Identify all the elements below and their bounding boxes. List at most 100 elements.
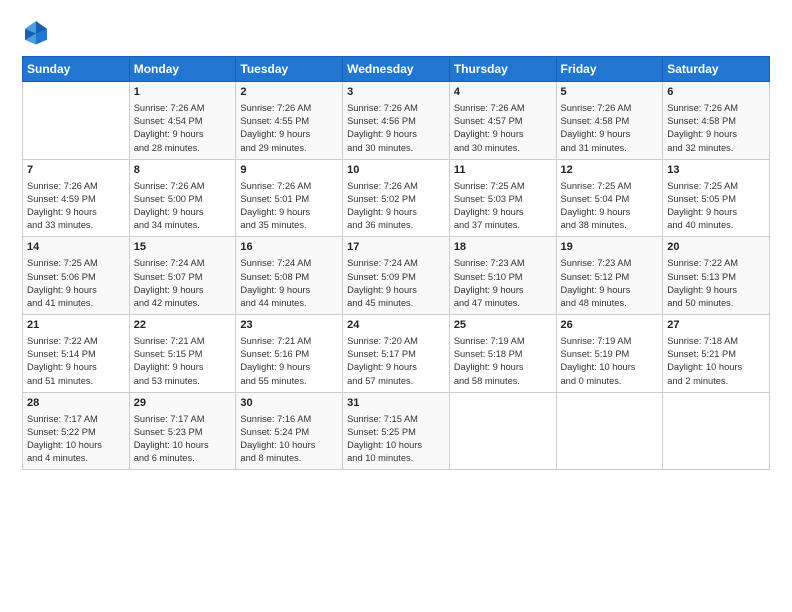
calendar-cell: 19Sunrise: 7:23 AM Sunset: 5:12 PM Dayli… — [556, 237, 663, 315]
calendar-cell: 25Sunrise: 7:19 AM Sunset: 5:18 PM Dayli… — [449, 315, 556, 393]
calendar-cell: 28Sunrise: 7:17 AM Sunset: 5:22 PM Dayli… — [23, 392, 130, 470]
cell-content: Sunrise: 7:25 AM Sunset: 5:03 PM Dayligh… — [454, 180, 552, 233]
calendar-cell: 9Sunrise: 7:26 AM Sunset: 5:01 PM Daylig… — [236, 159, 343, 237]
day-number: 18 — [454, 240, 552, 256]
calendar-cell: 12Sunrise: 7:25 AM Sunset: 5:04 PM Dayli… — [556, 159, 663, 237]
cell-content: Sunrise: 7:25 AM Sunset: 5:05 PM Dayligh… — [667, 180, 765, 233]
calendar-cell: 30Sunrise: 7:16 AM Sunset: 5:24 PM Dayli… — [236, 392, 343, 470]
day-number: 17 — [347, 240, 445, 256]
day-number: 5 — [561, 85, 659, 101]
cell-content: Sunrise: 7:19 AM Sunset: 5:19 PM Dayligh… — [561, 335, 659, 388]
logo — [22, 18, 54, 46]
calendar-cell — [449, 392, 556, 470]
day-number: 12 — [561, 163, 659, 179]
day-number: 2 — [240, 85, 338, 101]
calendar-cell: 13Sunrise: 7:25 AM Sunset: 5:05 PM Dayli… — [663, 159, 770, 237]
cell-content: Sunrise: 7:26 AM Sunset: 4:54 PM Dayligh… — [134, 102, 232, 155]
cell-content: Sunrise: 7:26 AM Sunset: 4:58 PM Dayligh… — [667, 102, 765, 155]
day-number: 29 — [134, 396, 232, 412]
cell-content: Sunrise: 7:26 AM Sunset: 4:59 PM Dayligh… — [27, 180, 125, 233]
day-number: 8 — [134, 163, 232, 179]
calendar-cell: 26Sunrise: 7:19 AM Sunset: 5:19 PM Dayli… — [556, 315, 663, 393]
calendar-cell: 2Sunrise: 7:26 AM Sunset: 4:55 PM Daylig… — [236, 82, 343, 160]
day-number: 26 — [561, 318, 659, 334]
cell-content: Sunrise: 7:24 AM Sunset: 5:09 PM Dayligh… — [347, 257, 445, 310]
logo-icon — [22, 18, 50, 46]
cell-content: Sunrise: 7:26 AM Sunset: 5:00 PM Dayligh… — [134, 180, 232, 233]
day-number: 13 — [667, 163, 765, 179]
cell-content: Sunrise: 7:24 AM Sunset: 5:08 PM Dayligh… — [240, 257, 338, 310]
col-header-thursday: Thursday — [449, 57, 556, 82]
day-number: 30 — [240, 396, 338, 412]
day-number: 25 — [454, 318, 552, 334]
day-number: 7 — [27, 163, 125, 179]
calendar-cell: 29Sunrise: 7:17 AM Sunset: 5:23 PM Dayli… — [129, 392, 236, 470]
day-number: 6 — [667, 85, 765, 101]
cell-content: Sunrise: 7:21 AM Sunset: 5:16 PM Dayligh… — [240, 335, 338, 388]
calendar-cell: 21Sunrise: 7:22 AM Sunset: 5:14 PM Dayli… — [23, 315, 130, 393]
day-number: 9 — [240, 163, 338, 179]
day-number: 31 — [347, 396, 445, 412]
calendar-cell: 7Sunrise: 7:26 AM Sunset: 4:59 PM Daylig… — [23, 159, 130, 237]
day-number: 24 — [347, 318, 445, 334]
cell-content: Sunrise: 7:26 AM Sunset: 4:55 PM Dayligh… — [240, 102, 338, 155]
calendar-cell: 24Sunrise: 7:20 AM Sunset: 5:17 PM Dayli… — [343, 315, 450, 393]
week-row-2: 7Sunrise: 7:26 AM Sunset: 4:59 PM Daylig… — [23, 159, 770, 237]
calendar-cell: 14Sunrise: 7:25 AM Sunset: 5:06 PM Dayli… — [23, 237, 130, 315]
calendar-cell: 22Sunrise: 7:21 AM Sunset: 5:15 PM Dayli… — [129, 315, 236, 393]
week-row-5: 28Sunrise: 7:17 AM Sunset: 5:22 PM Dayli… — [23, 392, 770, 470]
week-row-4: 21Sunrise: 7:22 AM Sunset: 5:14 PM Dayli… — [23, 315, 770, 393]
calendar-table: SundayMondayTuesdayWednesdayThursdayFrid… — [22, 56, 770, 470]
calendar-cell: 5Sunrise: 7:26 AM Sunset: 4:58 PM Daylig… — [556, 82, 663, 160]
col-header-sunday: Sunday — [23, 57, 130, 82]
cell-content: Sunrise: 7:25 AM Sunset: 5:04 PM Dayligh… — [561, 180, 659, 233]
day-number: 28 — [27, 396, 125, 412]
calendar-cell — [663, 392, 770, 470]
calendar-cell: 18Sunrise: 7:23 AM Sunset: 5:10 PM Dayli… — [449, 237, 556, 315]
col-header-tuesday: Tuesday — [236, 57, 343, 82]
col-header-friday: Friday — [556, 57, 663, 82]
day-number: 23 — [240, 318, 338, 334]
cell-content: Sunrise: 7:26 AM Sunset: 4:57 PM Dayligh… — [454, 102, 552, 155]
calendar-cell: 27Sunrise: 7:18 AM Sunset: 5:21 PM Dayli… — [663, 315, 770, 393]
cell-content: Sunrise: 7:24 AM Sunset: 5:07 PM Dayligh… — [134, 257, 232, 310]
header-row: SundayMondayTuesdayWednesdayThursdayFrid… — [23, 57, 770, 82]
cell-content: Sunrise: 7:23 AM Sunset: 5:12 PM Dayligh… — [561, 257, 659, 310]
calendar-cell: 3Sunrise: 7:26 AM Sunset: 4:56 PM Daylig… — [343, 82, 450, 160]
cell-content: Sunrise: 7:16 AM Sunset: 5:24 PM Dayligh… — [240, 413, 338, 466]
calendar-cell — [556, 392, 663, 470]
week-row-3: 14Sunrise: 7:25 AM Sunset: 5:06 PM Dayli… — [23, 237, 770, 315]
col-header-monday: Monday — [129, 57, 236, 82]
cell-content: Sunrise: 7:26 AM Sunset: 5:02 PM Dayligh… — [347, 180, 445, 233]
cell-content: Sunrise: 7:17 AM Sunset: 5:22 PM Dayligh… — [27, 413, 125, 466]
page: SundayMondayTuesdayWednesdayThursdayFrid… — [0, 0, 792, 612]
day-number: 3 — [347, 85, 445, 101]
calendar-cell: 4Sunrise: 7:26 AM Sunset: 4:57 PM Daylig… — [449, 82, 556, 160]
day-number: 22 — [134, 318, 232, 334]
day-number: 21 — [27, 318, 125, 334]
cell-content: Sunrise: 7:21 AM Sunset: 5:15 PM Dayligh… — [134, 335, 232, 388]
cell-content: Sunrise: 7:17 AM Sunset: 5:23 PM Dayligh… — [134, 413, 232, 466]
cell-content: Sunrise: 7:22 AM Sunset: 5:14 PM Dayligh… — [27, 335, 125, 388]
day-number: 16 — [240, 240, 338, 256]
cell-content: Sunrise: 7:25 AM Sunset: 5:06 PM Dayligh… — [27, 257, 125, 310]
calendar-cell: 23Sunrise: 7:21 AM Sunset: 5:16 PM Dayli… — [236, 315, 343, 393]
calendar-cell — [23, 82, 130, 160]
calendar-cell: 20Sunrise: 7:22 AM Sunset: 5:13 PM Dayli… — [663, 237, 770, 315]
cell-content: Sunrise: 7:20 AM Sunset: 5:17 PM Dayligh… — [347, 335, 445, 388]
calendar-cell: 10Sunrise: 7:26 AM Sunset: 5:02 PM Dayli… — [343, 159, 450, 237]
cell-content: Sunrise: 7:23 AM Sunset: 5:10 PM Dayligh… — [454, 257, 552, 310]
day-number: 14 — [27, 240, 125, 256]
calendar-cell: 17Sunrise: 7:24 AM Sunset: 5:09 PM Dayli… — [343, 237, 450, 315]
calendar-cell: 16Sunrise: 7:24 AM Sunset: 5:08 PM Dayli… — [236, 237, 343, 315]
day-number: 20 — [667, 240, 765, 256]
calendar-cell: 31Sunrise: 7:15 AM Sunset: 5:25 PM Dayli… — [343, 392, 450, 470]
header — [22, 18, 770, 46]
cell-content: Sunrise: 7:19 AM Sunset: 5:18 PM Dayligh… — [454, 335, 552, 388]
day-number: 11 — [454, 163, 552, 179]
col-header-saturday: Saturday — [663, 57, 770, 82]
calendar-cell: 8Sunrise: 7:26 AM Sunset: 5:00 PM Daylig… — [129, 159, 236, 237]
day-number: 15 — [134, 240, 232, 256]
week-row-1: 1Sunrise: 7:26 AM Sunset: 4:54 PM Daylig… — [23, 82, 770, 160]
calendar-cell: 1Sunrise: 7:26 AM Sunset: 4:54 PM Daylig… — [129, 82, 236, 160]
